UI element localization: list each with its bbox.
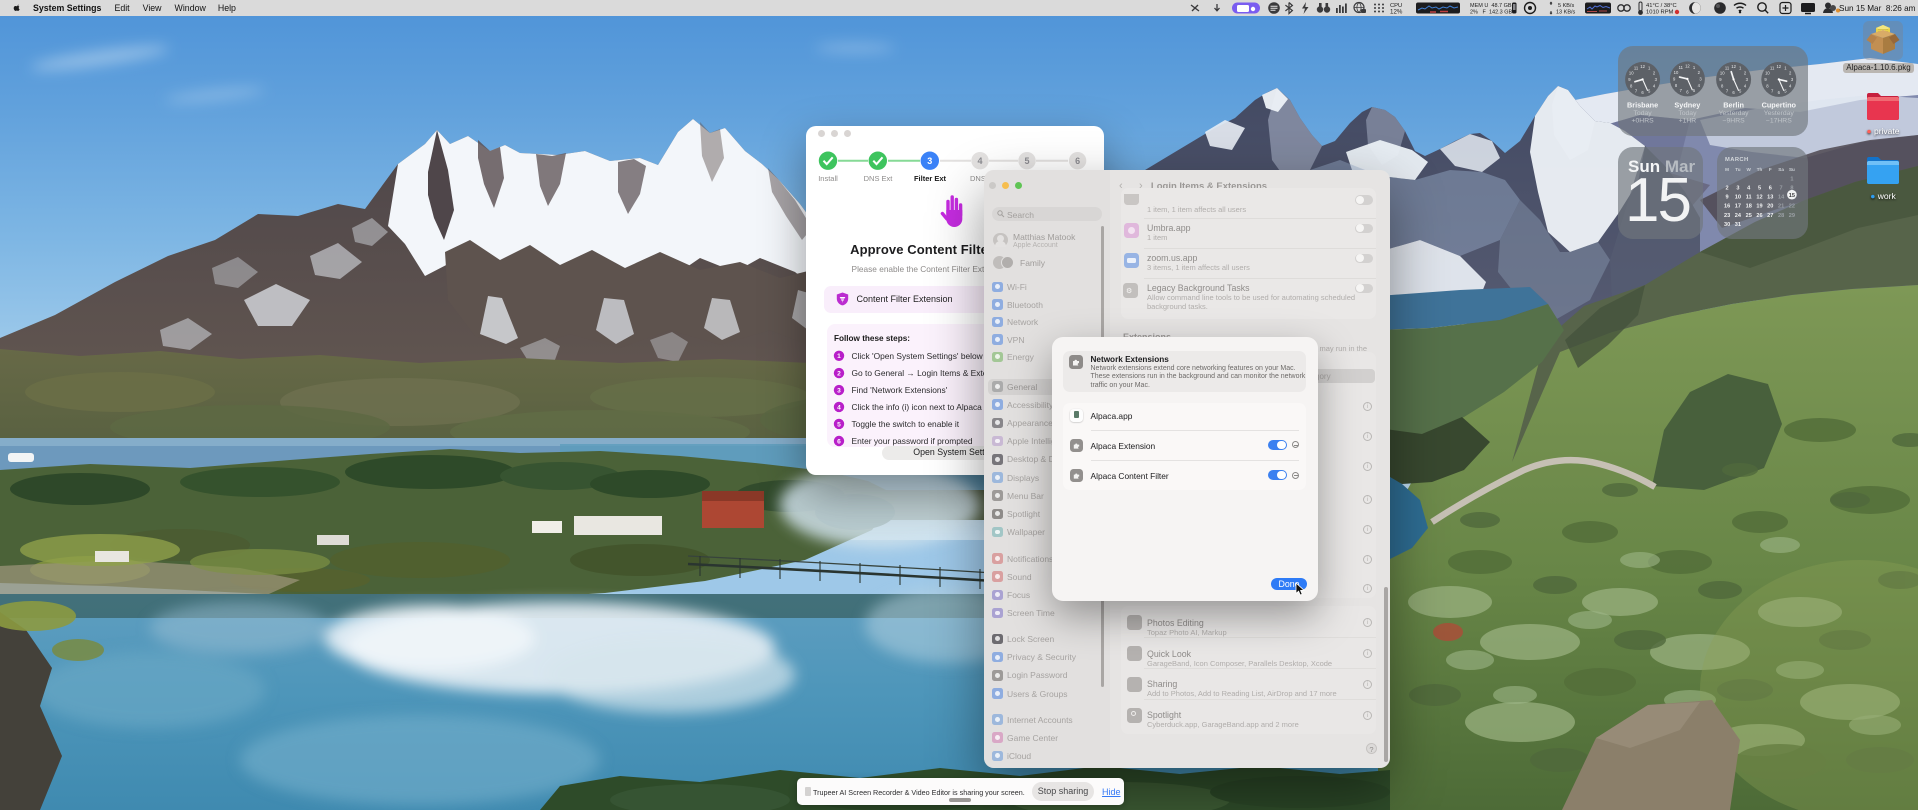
svg-text:W: W <box>1747 167 1752 172</box>
svg-text:11: 11 <box>1679 65 1684 70</box>
svg-text:5: 5 <box>1758 185 1761 191</box>
svg-text:10: 10 <box>1674 69 1679 74</box>
svg-text:4: 4 <box>977 156 982 166</box>
svg-text:10: 10 <box>1735 194 1741 200</box>
svg-text:29: 29 <box>1789 213 1795 219</box>
svg-text:12: 12 <box>1731 63 1736 68</box>
svg-text:Sun 15 Mar 8:26 am: Sun 15 Mar 8:26 am <box>1839 4 1916 13</box>
svg-text:10: 10 <box>1765 70 1770 75</box>
svg-text:Today: Today <box>1634 110 1653 117</box>
svg-text:6: 6 <box>837 438 841 445</box>
svg-text:11: 11 <box>1634 65 1639 70</box>
svg-text:M: M <box>1725 167 1729 172</box>
svg-text:18: 18 <box>1746 203 1752 209</box>
svg-text:5: 5 <box>837 421 841 428</box>
svg-text:2% F 142.3 GB: 2% F 142.3 GB <box>1470 10 1513 16</box>
svg-text:14: 14 <box>1778 194 1785 200</box>
svg-text:11: 11 <box>1746 194 1752 200</box>
svg-text:17: 17 <box>1735 203 1741 209</box>
svg-text:13 KB/s: 13 KB/s <box>1556 10 1576 16</box>
svg-text:19: 19 <box>1757 203 1763 209</box>
svg-text:Su: Su <box>1789 167 1795 172</box>
svg-text:13: 13 <box>1767 194 1773 200</box>
svg-text:5: 5 <box>1024 156 1029 166</box>
svg-text:2: 2 <box>1726 185 1729 191</box>
svg-text:F: F <box>1769 167 1772 172</box>
svg-text:1: 1 <box>837 353 841 360</box>
svg-text:Tu: Tu <box>1736 167 1741 172</box>
svg-text:4: 4 <box>1747 185 1751 191</box>
svg-text:Yesterday: Yesterday <box>1719 110 1750 117</box>
svg-text:+1HR: +1HR <box>1679 117 1697 124</box>
svg-text:20: 20 <box>1767 203 1773 209</box>
svg-text:11: 11 <box>1770 65 1775 70</box>
svg-text:9: 9 <box>1726 194 1729 200</box>
svg-text:6: 6 <box>1075 156 1080 166</box>
svg-text:Th: Th <box>1757 167 1763 172</box>
svg-text:2: 2 <box>837 370 841 377</box>
svg-text:3: 3 <box>927 156 932 166</box>
svg-text:Sydney: Sydney <box>1674 100 1701 109</box>
svg-text:27: 27 <box>1767 213 1773 219</box>
svg-text:−17HRS: −17HRS <box>1766 117 1792 124</box>
svg-text:25: 25 <box>1746 213 1752 219</box>
svg-text:12%: 12% <box>1390 9 1403 16</box>
svg-text:Sa: Sa <box>1779 167 1785 172</box>
svg-text:26: 26 <box>1757 213 1763 219</box>
svg-text:Berlin: Berlin <box>1723 100 1744 109</box>
svg-text:7: 7 <box>1780 185 1783 191</box>
svg-text:22: 22 <box>1789 203 1795 209</box>
svg-text:30: 30 <box>1724 222 1730 228</box>
svg-text:Yesterday: Yesterday <box>1764 110 1795 117</box>
svg-text:23: 23 <box>1724 213 1730 219</box>
svg-text:28: 28 <box>1778 213 1784 219</box>
svg-text:1010 RPM: 1010 RPM <box>1646 10 1674 16</box>
svg-text:21: 21 <box>1778 203 1784 209</box>
svg-text:+0HRS: +0HRS <box>1632 117 1655 124</box>
svg-text:11: 11 <box>1725 65 1730 70</box>
svg-text:3: 3 <box>837 387 841 394</box>
svg-text:10: 10 <box>1629 70 1634 75</box>
svg-text:−9HRS: −9HRS <box>1723 117 1746 124</box>
svg-text:16: 16 <box>1724 203 1730 209</box>
svg-text:12: 12 <box>1757 194 1763 200</box>
svg-text:4: 4 <box>837 404 841 411</box>
svg-text:24: 24 <box>1735 213 1742 219</box>
svg-text:1: 1 <box>1791 176 1794 182</box>
svg-text:31: 31 <box>1735 222 1741 228</box>
svg-text:12: 12 <box>1776 63 1781 68</box>
svg-text:12: 12 <box>1640 63 1645 68</box>
svg-text:15: 15 <box>1789 193 1795 199</box>
svg-text:41°C / 38°C: 41°C / 38°C <box>1646 3 1677 9</box>
svg-text:3: 3 <box>1737 185 1740 191</box>
svg-text:Today: Today <box>1678 110 1697 117</box>
svg-text:5 KB/s: 5 KB/s <box>1558 3 1574 9</box>
svg-text:6: 6 <box>1769 185 1772 191</box>
svg-text:Cupertino: Cupertino <box>1762 100 1797 109</box>
svg-text:Brisbane: Brisbane <box>1627 100 1658 109</box>
svg-text:12: 12 <box>1685 63 1690 68</box>
svg-text:MARCH: MARCH <box>1725 157 1749 163</box>
svg-text:10: 10 <box>1720 70 1725 75</box>
svg-text:MEM U 48.7 GB: MEM U 48.7 GB <box>1470 3 1512 9</box>
